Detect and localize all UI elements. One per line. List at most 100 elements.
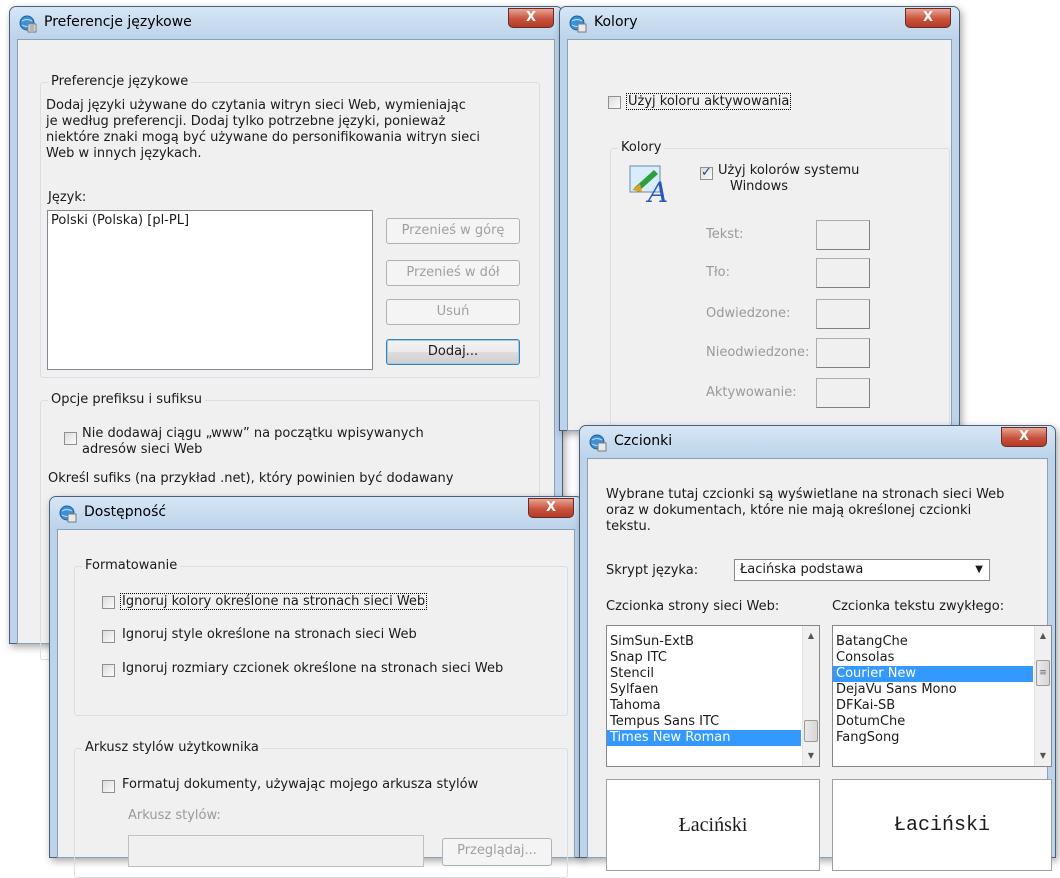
svg-text:A: A: [645, 176, 668, 204]
plain-font-label: Czcionka tekstu zwykłego:: [832, 599, 1005, 614]
unvisited-color-button[interactable]: [816, 338, 870, 368]
use-windows-colors-checkbox[interactable]: [700, 165, 713, 180]
window-title: Preferencje językowe: [44, 14, 192, 30]
visited-color-label: Odwiedzone:: [706, 306, 791, 321]
ignore-styles-label: Ignoruj style określone na stronach siec…: [122, 627, 417, 642]
scroll-down-icon[interactable]: ▼: [803, 748, 819, 764]
color-palette-icon: A: [629, 165, 668, 204]
plain-font-list[interactable]: BatangChe Consolas Courier New DejaVu Sa…: [832, 625, 1052, 767]
internet-options-icon: [59, 505, 77, 523]
web-font-preview: Łaciński: [606, 779, 820, 871]
fonts-window: Czcionki X Wybrane tutaj czcionki są wyś…: [579, 425, 1056, 871]
scroll-up-icon[interactable]: ▲: [1035, 628, 1051, 644]
browse-button[interactable]: Przeglądaj...: [442, 838, 552, 866]
text-color-label: Tekst:: [706, 227, 744, 242]
colors-client: Użyj koloru aktywowania Kolory A Użyj ko…: [567, 39, 952, 448]
hover-color-button[interactable]: [816, 378, 870, 408]
list-item[interactable]: Sylfaen: [607, 682, 801, 698]
web-font-scrollbar[interactable]: ▲ ▼: [802, 626, 819, 766]
list-item[interactable]: DFKai-SB: [833, 698, 1033, 714]
remove-button[interactable]: Usuń: [386, 299, 520, 325]
format-documents-label: Formatuj dokumenty, używając mojego arku…: [122, 777, 479, 792]
script-select[interactable]: Łacińska podstawa ▼: [734, 559, 990, 581]
no-www-label: Nie dodawaj ciągu „www” na początku wpis…: [82, 426, 424, 457]
list-item[interactable]: BatangChe: [833, 634, 1033, 650]
internet-options-icon: [569, 15, 587, 33]
accessibility-window: Dostępność X Formatowanie Ignoruj kolory…: [49, 496, 583, 878]
text-color-button[interactable]: [816, 220, 870, 250]
internet-options-icon: [589, 434, 607, 452]
scroll-thumb[interactable]: [804, 720, 818, 742]
window-title: Czcionki: [614, 433, 673, 449]
hover-color-label: Aktywowanie:: [706, 385, 797, 400]
internet-options-icon: [19, 15, 37, 33]
group-title: Arkusz stylów użytkownika: [82, 740, 262, 755]
ignore-styles-checkbox[interactable]: [102, 630, 115, 643]
format-documents-checkbox[interactable]: [102, 780, 115, 793]
list-item[interactable]: Polski (Polska) [pl-PL]: [48, 213, 372, 229]
web-font-label: Czcionka strony sieci Web:: [606, 599, 780, 614]
list-item[interactable]: Snap ITC: [607, 650, 801, 666]
colors-window: Kolory X Użyj koloru aktywowania Kolory …: [559, 6, 960, 448]
accessibility-titlebar[interactable]: Dostępność X: [50, 497, 582, 529]
script-label: Skrypt języka:: [606, 563, 699, 578]
web-font-preview-text: Łaciński: [678, 814, 748, 836]
list-item[interactable]: SimSun-ExtB: [607, 634, 801, 650]
close-button[interactable]: X: [1001, 427, 1047, 447]
group-title: Preferencje językowe: [48, 74, 192, 89]
language-description: Dodaj języki używane do czytania witryn …: [46, 98, 480, 161]
use-windows-colors-label: Użyj kolorów systemu Windows: [718, 163, 860, 194]
scroll-down-icon[interactable]: ▼: [1035, 748, 1051, 764]
script-select-value: Łacińska podstawa: [740, 562, 864, 577]
ignore-colors-label: Ignoruj kolory określone na stronach sie…: [120, 593, 428, 610]
language-list[interactable]: Polski (Polska) [pl-PL]: [47, 210, 373, 370]
list-item[interactable]: Stencil: [607, 666, 801, 682]
list-item[interactable]: FangSong: [833, 730, 1033, 746]
fonts-titlebar[interactable]: Czcionki X: [580, 426, 1055, 458]
group-title: Opcje prefiksu i sufiksu: [48, 392, 206, 407]
close-button[interactable]: X: [905, 8, 951, 28]
list-item[interactable]: Tempus Sans ITC: [607, 714, 801, 730]
list-item[interactable]: DotumChe: [833, 714, 1033, 730]
ignore-colors-checkbox[interactable]: [102, 596, 115, 609]
language-titlebar[interactable]: Preferencje językowe X: [10, 7, 562, 39]
plain-font-preview: Łaciński: [832, 779, 1052, 871]
plain-font-preview-text: Łaciński: [893, 814, 990, 837]
background-color-button[interactable]: [816, 258, 870, 288]
list-item[interactable]: DejaVu Sans Mono: [833, 682, 1033, 698]
stylesheet-label: Arkusz stylów:: [128, 808, 221, 823]
stylesheet-input[interactable]: [128, 835, 424, 867]
no-www-checkbox[interactable]: [64, 432, 77, 445]
window-title: Kolory: [594, 14, 638, 30]
web-font-list[interactable]: SimSun-ExtB Snap ITC Stencil Sylfaen Tah…: [606, 625, 820, 767]
scroll-thumb[interactable]: ≡: [1036, 660, 1050, 686]
use-hover-color-label: Użyj koloru aktywowania: [626, 93, 792, 110]
fonts-client: Wybrane tutaj czcionki są wyświetlane na…: [587, 458, 1052, 871]
plain-font-scrollbar[interactable]: ▲ ≡ ▼: [1034, 626, 1051, 766]
group-title: Kolory: [618, 140, 665, 155]
fonts-description: Wybrane tutaj czcionki są wyświetlane na…: [606, 487, 1005, 534]
language-label: Język:: [48, 190, 87, 205]
list-item[interactable]: Consolas: [833, 650, 1033, 666]
chevron-down-icon: ▼: [975, 564, 983, 575]
background-color-label: Tło:: [706, 265, 730, 280]
close-button[interactable]: X: [528, 498, 574, 518]
ignore-font-sizes-checkbox[interactable]: [102, 664, 115, 677]
ignore-font-sizes-label: Ignoruj rozmiary czcionek określone na s…: [122, 661, 504, 676]
plain-font-items: BatangChe Consolas Courier New DejaVu Sa…: [833, 626, 1033, 746]
add-button[interactable]: Dodaj...: [386, 339, 520, 365]
close-button[interactable]: X: [508, 8, 554, 28]
list-item-selected[interactable]: Times New Roman: [607, 730, 801, 746]
web-font-items: SimSun-ExtB Snap ITC Stencil Sylfaen Tah…: [607, 626, 801, 746]
use-hover-color-checkbox[interactable]: [608, 96, 621, 109]
colors-titlebar[interactable]: Kolory X: [560, 7, 959, 39]
accessibility-client: Formatowanie Ignoruj kolory określone na…: [57, 529, 575, 878]
scroll-up-icon[interactable]: ▲: [803, 628, 819, 644]
visited-color-button[interactable]: [816, 299, 870, 329]
list-item[interactable]: Tahoma: [607, 698, 801, 714]
window-title: Dostępność: [84, 504, 167, 520]
list-item-selected[interactable]: Courier New: [833, 666, 1033, 682]
move-up-button[interactable]: Przenieś w górę: [386, 218, 520, 244]
unvisited-color-label: Nieodwiedzone:: [706, 345, 810, 360]
move-down-button[interactable]: Przenieś w dół: [386, 260, 520, 286]
